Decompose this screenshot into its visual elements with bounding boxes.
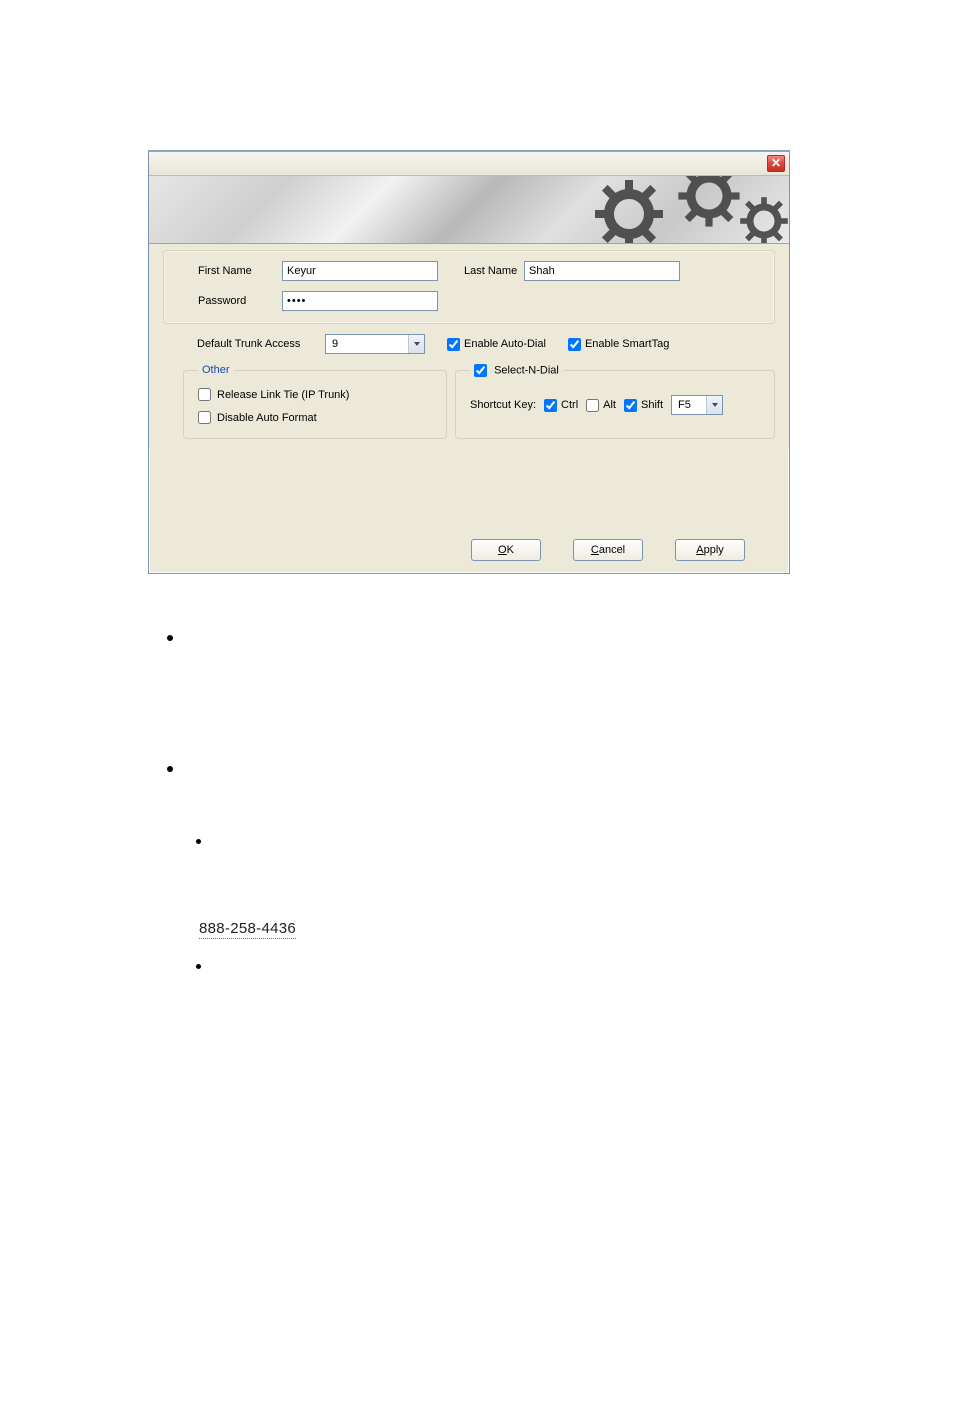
chevron-down-icon — [706, 396, 722, 414]
enable-smarttag-label: Enable SmartTag — [585, 338, 669, 350]
alt-input[interactable] — [586, 399, 599, 412]
release-link-label: Release Link Tie (IP Trunk) — [217, 389, 349, 401]
close-icon: ✕ — [771, 156, 781, 170]
select-n-dial-input[interactable] — [474, 364, 487, 377]
bullet-icon — [167, 766, 173, 772]
disable-autoformat-checkbox[interactable]: Disable Auto Format — [198, 411, 432, 424]
trunk-access-value: 9 — [332, 338, 338, 350]
bullet-icon — [196, 964, 201, 969]
enable-autodial-checkbox[interactable]: Enable Auto-Dial — [447, 338, 546, 351]
apply-button[interactable]: Apply — [675, 539, 745, 561]
last-name-label: Last Name — [464, 265, 524, 277]
bullet-icon — [196, 839, 201, 844]
enable-autodial-input[interactable] — [447, 338, 460, 351]
other-group: Other Release Link Tie (IP Trunk) Disabl… — [183, 364, 447, 439]
bullet-icon — [167, 635, 173, 641]
phone-link[interactable]: 888-258-4436 — [199, 920, 296, 939]
shift-checkbox[interactable]: Shift — [624, 399, 663, 412]
settings-dialog: ✕ — [148, 150, 790, 574]
disable-autoformat-label: Disable Auto Format — [217, 412, 317, 424]
chevron-down-icon — [408, 335, 424, 353]
shortcut-key-label: Shortcut Key: — [470, 399, 536, 411]
fkey-value: F5 — [678, 399, 691, 411]
dialog-body: First Name Last Name Password Default Tr… — [149, 244, 789, 449]
disable-autoformat-input[interactable] — [198, 411, 211, 424]
title-bar: ✕ — [149, 152, 789, 176]
banner — [149, 176, 789, 244]
gears-icon — [509, 176, 789, 244]
cancel-mnemonic: C — [591, 544, 599, 556]
trunk-access-label: Default Trunk Access — [197, 338, 325, 350]
identity-group: First Name Last Name Password — [163, 250, 775, 324]
ok-suffix: K — [507, 544, 514, 556]
password-label: Password — [198, 295, 282, 307]
select-n-dial-label: Select-N-Dial — [494, 364, 559, 376]
shift-input[interactable] — [624, 399, 637, 412]
cancel-suffix: ancel — [599, 544, 625, 556]
ctrl-label: Ctrl — [561, 399, 578, 411]
trunk-row: Default Trunk Access 9 Enable Auto-Dial … — [163, 334, 775, 354]
apply-suffix: pply — [704, 544, 724, 556]
lower-panels: Other Release Link Tie (IP Trunk) Disabl… — [163, 364, 775, 439]
first-name-label: First Name — [198, 265, 282, 277]
enable-autodial-label: Enable Auto-Dial — [464, 338, 546, 350]
ctrl-checkbox[interactable]: Ctrl — [544, 399, 578, 412]
alt-checkbox[interactable]: Alt — [586, 399, 616, 412]
close-button[interactable]: ✕ — [767, 155, 785, 172]
enable-smarttag-checkbox[interactable]: Enable SmartTag — [568, 338, 669, 351]
cancel-button[interactable]: Cancel — [573, 539, 643, 561]
enable-smarttag-input[interactable] — [568, 338, 581, 351]
ok-button[interactable]: OK — [471, 539, 541, 561]
fkey-combo[interactable]: F5 — [671, 395, 723, 415]
password-input[interactable] — [282, 291, 438, 311]
button-row: OK Cancel Apply — [471, 539, 745, 561]
ctrl-input[interactable] — [544, 399, 557, 412]
trunk-access-combo[interactable]: 9 — [325, 334, 425, 354]
release-link-input[interactable] — [198, 388, 211, 401]
alt-label: Alt — [603, 399, 616, 411]
shift-label: Shift — [641, 399, 663, 411]
first-name-input[interactable] — [282, 261, 438, 281]
ok-mnemonic: O — [498, 544, 507, 556]
apply-mnemonic: A — [696, 544, 703, 556]
release-link-checkbox[interactable]: Release Link Tie (IP Trunk) — [198, 388, 432, 401]
select-n-dial-legend[interactable]: Select-N-Dial — [470, 364, 563, 377]
select-n-dial-group: Select-N-Dial Shortcut Key: Ctrl Alt Shi… — [455, 364, 775, 439]
other-legend: Other — [198, 364, 234, 376]
last-name-input[interactable] — [524, 261, 680, 281]
